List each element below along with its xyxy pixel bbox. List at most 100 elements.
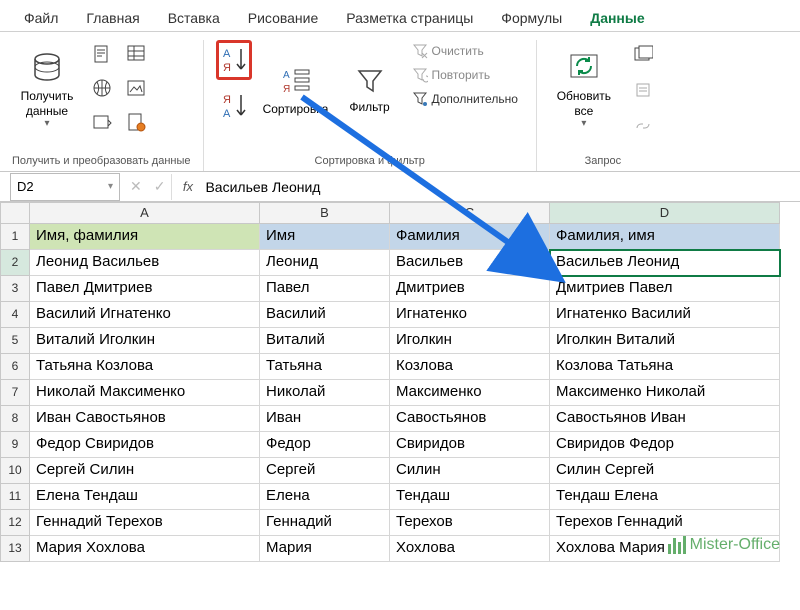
cell[interactable]: Дмитриев Павел — [550, 276, 780, 302]
menu-item-0[interactable]: Файл — [10, 6, 72, 31]
cell[interactable]: Мария — [260, 536, 390, 562]
from-table-icon[interactable] — [122, 40, 150, 68]
filter-button[interactable]: Фильтр — [340, 40, 400, 140]
cell[interactable]: Тендаш — [390, 484, 550, 510]
cell[interactable]: Иголкин — [390, 328, 550, 354]
sort-asc-button[interactable]: АЯ — [216, 40, 252, 80]
cell[interactable]: Васильев — [390, 250, 550, 276]
cell[interactable]: Савостьянов Иван — [550, 406, 780, 432]
edit-links-icon[interactable] — [629, 112, 657, 140]
row-header[interactable]: 9 — [0, 432, 30, 458]
cell[interactable]: Елена Тендаш — [30, 484, 260, 510]
cell[interactable]: Терехов Геннадий — [550, 510, 780, 536]
cell[interactable]: Федор Свиридов — [30, 432, 260, 458]
cell[interactable]: Козлова — [390, 354, 550, 380]
cell[interactable]: Геннадий Терехов — [30, 510, 260, 536]
cell[interactable]: Николай Максименко — [30, 380, 260, 406]
formula-input[interactable] — [197, 174, 800, 200]
advanced-filter-button[interactable]: Дополнительно — [406, 88, 524, 110]
sort-dialog-button[interactable]: АЯ Сортировка — [258, 40, 334, 140]
menu-item-4[interactable]: Разметка страницы — [332, 6, 487, 31]
column-header[interactable]: B — [260, 202, 390, 224]
name-box[interactable]: D2 ▾ — [10, 173, 120, 201]
cell[interactable]: Иван — [260, 406, 390, 432]
cell[interactable]: Свиридов — [390, 432, 550, 458]
from-picture-icon[interactable] — [122, 74, 150, 102]
cell[interactable]: Леонид Васильев — [30, 250, 260, 276]
cell[interactable]: Павел — [260, 276, 390, 302]
clear-filter-button[interactable]: Очистить — [406, 40, 524, 62]
row-header[interactable]: 4 — [0, 302, 30, 328]
menu-item-2[interactable]: Вставка — [154, 6, 234, 31]
cell[interactable]: Иван Савостьянов — [30, 406, 260, 432]
row-header[interactable]: 6 — [0, 354, 30, 380]
from-web-icon[interactable] — [88, 74, 116, 102]
from-text-icon[interactable] — [88, 40, 116, 68]
row-header[interactable]: 12 — [0, 510, 30, 536]
row-header[interactable]: 7 — [0, 380, 30, 406]
recent-icon[interactable] — [88, 108, 116, 136]
column-header[interactable]: C — [390, 202, 550, 224]
confirm-icon[interactable]: ✓ — [148, 178, 172, 195]
cell[interactable]: Силин Сергей — [550, 458, 780, 484]
cell[interactable]: Силин — [390, 458, 550, 484]
cell[interactable]: Виталий — [260, 328, 390, 354]
connections-icon[interactable] — [122, 108, 150, 136]
cell[interactable]: Павел Дмитриев — [30, 276, 260, 302]
cell[interactable]: Игнатенко Василий — [550, 302, 780, 328]
cell[interactable]: Василий — [260, 302, 390, 328]
row-header[interactable]: 5 — [0, 328, 30, 354]
fx-button[interactable]: fx — [171, 174, 197, 200]
refresh-all-button[interactable]: Обновить все ▾ — [549, 40, 619, 140]
cell[interactable]: Федор — [260, 432, 390, 458]
cell[interactable]: Фамилия, имя — [550, 224, 780, 250]
cell[interactable]: Имя — [260, 224, 390, 250]
cell[interactable]: Максименко — [390, 380, 550, 406]
cell[interactable]: Игнатенко — [390, 302, 550, 328]
menu-item-5[interactable]: Формулы — [487, 6, 576, 31]
row-header[interactable]: 10 — [0, 458, 30, 484]
row-header[interactable]: 8 — [0, 406, 30, 432]
cell[interactable]: Васильев Леонид — [550, 250, 780, 276]
row-header[interactable]: 3 — [0, 276, 30, 302]
cell[interactable]: Хохлова Мария — [550, 536, 780, 562]
cell[interactable]: Леонид — [260, 250, 390, 276]
menu-item-1[interactable]: Главная — [72, 6, 153, 31]
cell[interactable]: Мария Хохлова — [30, 536, 260, 562]
queries-icon[interactable] — [629, 40, 657, 68]
row-header[interactable]: 11 — [0, 484, 30, 510]
cell[interactable]: Савостьянов — [390, 406, 550, 432]
get-data-button[interactable]: Получить данные ▾ — [12, 40, 82, 140]
cell[interactable]: Максименко Николай — [550, 380, 780, 406]
cell[interactable]: Сергей Силин — [30, 458, 260, 484]
properties-icon[interactable] — [629, 76, 657, 104]
cell[interactable]: Виталий Иголкин — [30, 328, 260, 354]
cell[interactable]: Татьяна — [260, 354, 390, 380]
cell[interactable]: Козлова Татьяна — [550, 354, 780, 380]
cell[interactable]: Терехов — [390, 510, 550, 536]
sort-desc-button[interactable]: ЯА — [216, 86, 252, 126]
cancel-icon[interactable]: ✕ — [124, 178, 148, 195]
cell[interactable]: Иголкин Виталий — [550, 328, 780, 354]
cell[interactable]: Елена — [260, 484, 390, 510]
cell[interactable]: Хохлова — [390, 536, 550, 562]
column-header[interactable]: A — [30, 202, 260, 224]
cell[interactable]: Фамилия — [390, 224, 550, 250]
cell[interactable]: Василий Игнатенко — [30, 302, 260, 328]
cell[interactable]: Татьяна Козлова — [30, 354, 260, 380]
cell[interactable]: Геннадий — [260, 510, 390, 536]
row-header[interactable]: 13 — [0, 536, 30, 562]
cell[interactable]: Свиридов Федор — [550, 432, 780, 458]
cell[interactable]: Николай — [260, 380, 390, 406]
reapply-button[interactable]: Повторить — [406, 64, 524, 86]
column-header[interactable]: D — [550, 202, 780, 224]
select-all-corner[interactable] — [0, 202, 30, 224]
menu-item-3[interactable]: Рисование — [234, 6, 333, 31]
cell[interactable]: Сергей — [260, 458, 390, 484]
row-header[interactable]: 2 — [0, 250, 30, 276]
cell[interactable]: Имя, фамилия — [30, 224, 260, 250]
menu-item-6[interactable]: Данные — [576, 6, 658, 31]
cell[interactable]: Дмитриев — [390, 276, 550, 302]
cell[interactable]: Тендаш Елена — [550, 484, 780, 510]
row-header[interactable]: 1 — [0, 224, 30, 250]
